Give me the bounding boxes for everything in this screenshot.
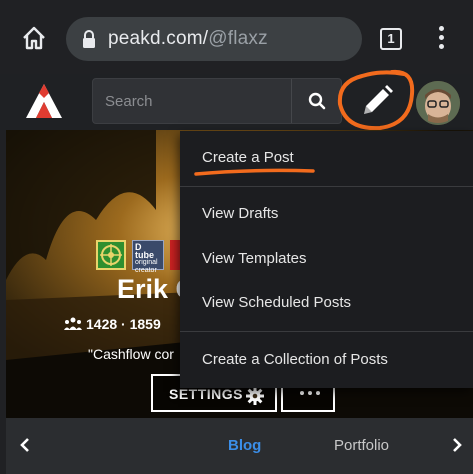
pencil-icon[interactable] (356, 82, 398, 120)
lock-icon (83, 30, 95, 48)
menu-item-create-collection[interactable]: Create a Collection of Posts (202, 351, 388, 368)
tab-switcher-button[interactable]: 1 (380, 28, 402, 50)
url-path: @flaxz (208, 28, 268, 49)
site-header (0, 74, 473, 130)
profile-tab-bar: Blog Portfolio (6, 418, 473, 474)
search-box (92, 78, 342, 124)
browser-toolbar: peakd.com/@flaxz 1 (0, 0, 473, 74)
follow-stats-text: 1428 · 1859 (86, 316, 161, 332)
wheel-badge-icon[interactable] (96, 240, 126, 270)
gear-icon (246, 387, 264, 405)
search-button[interactable] (291, 79, 341, 123)
menu-item-create-post[interactable]: Create a Post (202, 149, 294, 166)
search-icon (308, 92, 326, 110)
menu-item-view-templates[interactable]: View Templates (202, 250, 307, 267)
url-host: peakd.com/ (108, 28, 209, 49)
menu-item-view-scheduled-posts[interactable]: View Scheduled Posts (202, 294, 351, 311)
follow-stats[interactable]: 1428 · 1859 (64, 316, 161, 332)
browser-menu-icon[interactable] (437, 26, 445, 52)
menu-divider (180, 331, 473, 332)
chevron-left-icon[interactable] (20, 438, 30, 452)
followers-icon (64, 317, 82, 330)
home-icon[interactable] (20, 24, 48, 52)
create-post-dropdown: Create a Post View Drafts View Templates… (180, 131, 473, 388)
dtube-badge-title: D tube (135, 242, 154, 260)
tab-blog[interactable]: Blog (228, 437, 261, 454)
profile-about: "Cashflow cor (88, 346, 174, 362)
menu-divider (180, 186, 473, 187)
dtube-badge[interactable]: D tube original creator (132, 240, 164, 274)
tab-portfolio[interactable]: Portfolio (334, 437, 389, 454)
url-text: peakd.com/@flaxz (108, 28, 268, 50)
avatar[interactable] (416, 81, 460, 125)
search-input[interactable] (93, 79, 291, 123)
chevron-right-icon[interactable] (452, 438, 462, 452)
dtube-badge-subtitle: original creator (135, 259, 158, 274)
address-bar[interactable]: peakd.com/@flaxz (66, 17, 362, 61)
menu-item-view-drafts[interactable]: View Drafts (202, 205, 278, 222)
settings-label: SETTINGS (169, 386, 244, 402)
peakd-logo-icon[interactable] (22, 80, 66, 124)
